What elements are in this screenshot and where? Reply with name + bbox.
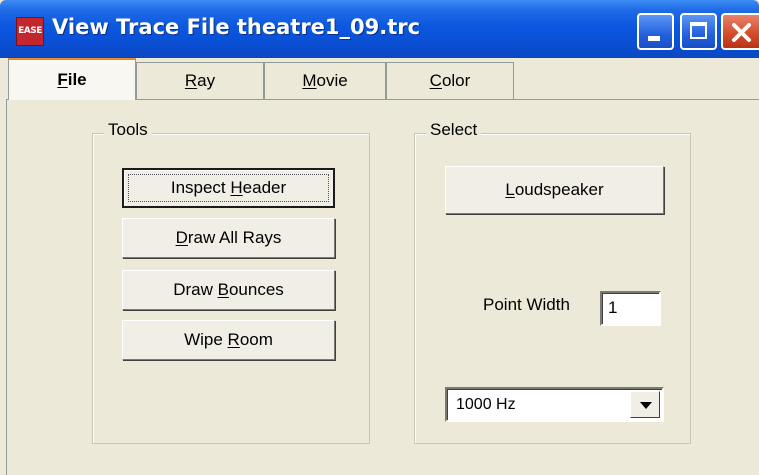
tools-group-legend: Tools xyxy=(104,120,152,140)
window: EASE View Trace File theatre1_09.trc Fil… xyxy=(0,0,759,475)
point-width-input[interactable]: 1 xyxy=(600,291,661,326)
title-bar[interactable]: EASE View Trace File theatre1_09.trc xyxy=(0,0,759,58)
frequency-select[interactable]: 1000 Hz xyxy=(445,387,664,422)
tab-ray-mnemonic: R xyxy=(184,71,198,90)
tab-file-label: ile xyxy=(67,70,87,89)
frequency-select-value: 1000 Hz xyxy=(456,396,516,413)
draw-all-rays-mnemonic: D xyxy=(175,228,188,247)
tab-file[interactable]: File xyxy=(8,58,136,100)
tab-color-mnemonic: C xyxy=(429,71,442,90)
wipe-room-mnemonic: R xyxy=(227,330,240,349)
draw-bounces-label-post: ounces xyxy=(228,280,284,299)
wipe-room-label-pre: Wipe xyxy=(184,330,228,349)
maximize-icon xyxy=(690,22,707,39)
draw-bounces-label-pre: Draw xyxy=(173,280,218,299)
close-button[interactable] xyxy=(721,13,759,50)
tab-movie[interactable]: Movie xyxy=(264,62,386,100)
tab-movie-mnemonic: M xyxy=(302,71,317,90)
draw-bounces-mnemonic: B xyxy=(217,280,229,299)
tab-color-label: olor xyxy=(441,71,471,90)
window-title: View Trace File theatre1_09.trc xyxy=(52,15,421,39)
app-icon[interactable]: EASE xyxy=(16,17,44,46)
draw-all-rays-button[interactable]: Draw All Rays xyxy=(122,218,335,258)
close-icon xyxy=(732,23,751,42)
wipe-room-label-post: oom xyxy=(239,330,273,349)
draw-all-rays-label-post: raw All Rays xyxy=(187,228,282,247)
focus-rectangle xyxy=(128,174,329,202)
point-width-label: Point Width xyxy=(483,295,570,314)
maximize-button[interactable] xyxy=(680,13,717,50)
tab-ray-label: ay xyxy=(197,71,216,90)
minimize-icon xyxy=(648,36,660,41)
loudspeaker-mnemonic: L xyxy=(505,180,515,199)
loudspeaker-label-post: oudspeaker xyxy=(514,180,604,199)
minimize-button[interactable] xyxy=(637,13,674,50)
chevron-down-icon[interactable] xyxy=(630,391,660,418)
select-group-legend: Select xyxy=(426,120,482,140)
inspect-header-button[interactable]: Inspect Header xyxy=(122,168,335,208)
tab-movie-label: ovie xyxy=(316,71,348,90)
loudspeaker-button[interactable]: Loudspeaker xyxy=(445,166,664,214)
tab-file-mnemonic: F xyxy=(57,70,68,89)
tab-color[interactable]: Color xyxy=(386,62,514,100)
tab-strip: File Ray Movie Color xyxy=(0,58,759,100)
tab-ray[interactable]: Ray xyxy=(136,62,264,100)
wipe-room-button[interactable]: Wipe Room xyxy=(122,320,335,360)
draw-bounces-button[interactable]: Draw Bounces xyxy=(122,270,335,310)
